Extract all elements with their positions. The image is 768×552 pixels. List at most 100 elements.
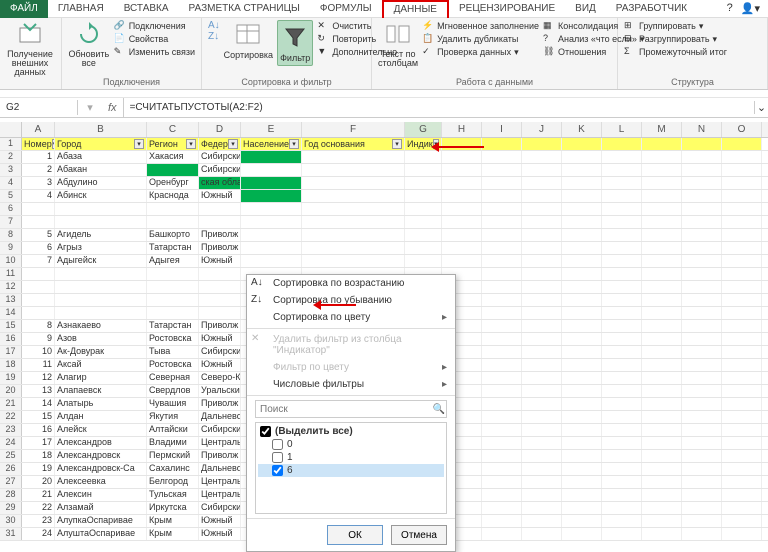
cell[interactable] xyxy=(722,190,762,202)
row-header[interactable]: 18 xyxy=(0,359,22,371)
column-filter-dropdown[interactable]: ▾ xyxy=(289,139,299,149)
row-header[interactable]: 6 xyxy=(0,203,22,215)
cell[interactable]: Агрыз xyxy=(55,242,147,254)
filter-value-1[interactable]: 1 xyxy=(258,451,444,464)
cell[interactable] xyxy=(602,216,642,228)
cell[interactable] xyxy=(482,203,522,215)
cell[interactable] xyxy=(442,177,482,189)
cell[interactable]: 22 xyxy=(22,502,55,514)
cell[interactable] xyxy=(562,411,602,423)
connections-button[interactable]: 🔗Подключения xyxy=(114,20,195,32)
cell[interactable]: Алейск xyxy=(55,424,147,436)
cell[interactable] xyxy=(522,372,562,384)
cell[interactable]: Сибирски xyxy=(199,502,241,514)
cell[interactable] xyxy=(682,190,722,202)
row-header[interactable]: 26 xyxy=(0,463,22,475)
cell[interactable] xyxy=(147,203,199,215)
cell[interactable] xyxy=(682,385,722,397)
cell[interactable] xyxy=(55,216,147,228)
cell[interactable] xyxy=(682,424,722,436)
cell[interactable] xyxy=(682,476,722,488)
cell[interactable] xyxy=(522,177,562,189)
cell[interactable]: Алексин xyxy=(55,489,147,501)
tab-layout[interactable]: РАЗМЕТКА СТРАНИЦЫ xyxy=(179,0,310,18)
cell[interactable]: Адыгейск xyxy=(55,255,147,267)
cell[interactable] xyxy=(302,229,405,241)
cell[interactable] xyxy=(722,424,762,436)
cell[interactable] xyxy=(642,359,682,371)
cell[interactable] xyxy=(602,138,642,150)
cell[interactable] xyxy=(722,372,762,384)
cell[interactable] xyxy=(562,515,602,527)
cell[interactable] xyxy=(522,515,562,527)
cell[interactable] xyxy=(602,502,642,514)
cell[interactable] xyxy=(55,281,147,293)
cell[interactable]: 23 xyxy=(22,515,55,527)
cell[interactable] xyxy=(522,242,562,254)
cell[interactable] xyxy=(522,216,562,228)
cell[interactable] xyxy=(642,151,682,163)
cell[interactable] xyxy=(722,203,762,215)
cell[interactable] xyxy=(642,476,682,488)
cell[interactable]: Дальнево xyxy=(199,411,241,423)
cell[interactable]: 11 xyxy=(22,359,55,371)
cell[interactable] xyxy=(22,294,55,306)
cell[interactable] xyxy=(602,372,642,384)
cell[interactable] xyxy=(405,164,442,176)
cell[interactable] xyxy=(602,320,642,332)
cell[interactable]: Абдулино xyxy=(55,177,147,189)
cell[interactable] xyxy=(147,268,199,280)
cell[interactable] xyxy=(199,307,241,319)
cell[interactable]: Крым xyxy=(147,528,199,540)
cell[interactable]: Южный xyxy=(199,333,241,345)
cell[interactable] xyxy=(682,411,722,423)
cell[interactable] xyxy=(682,281,722,293)
cell[interactable] xyxy=(722,346,762,358)
cell[interactable] xyxy=(562,177,602,189)
cell[interactable]: Приволж xyxy=(199,398,241,410)
cell[interactable] xyxy=(147,294,199,306)
column-header-M[interactable]: M xyxy=(642,122,682,137)
cell[interactable] xyxy=(722,138,762,150)
cell[interactable] xyxy=(55,307,147,319)
row-header[interactable]: 17 xyxy=(0,346,22,358)
cell[interactable]: Северная xyxy=(147,372,199,384)
filter-value-0[interactable]: 0 xyxy=(258,438,444,451)
cell[interactable] xyxy=(522,528,562,540)
cell[interactable]: Краснода xyxy=(147,190,199,202)
sort-az-icon[interactable]: A↓ xyxy=(208,20,220,31)
cell[interactable]: ская обла xyxy=(199,177,241,189)
cell[interactable] xyxy=(482,476,522,488)
cell[interactable] xyxy=(642,489,682,501)
row-header[interactable]: 13 xyxy=(0,294,22,306)
cell[interactable] xyxy=(682,268,722,280)
cell[interactable] xyxy=(482,229,522,241)
cell[interactable]: Приволж xyxy=(199,320,241,332)
cell[interactable] xyxy=(562,463,602,475)
cell[interactable] xyxy=(722,294,762,306)
row-header[interactable]: 25 xyxy=(0,450,22,462)
cell[interactable] xyxy=(522,489,562,501)
cell[interactable] xyxy=(522,307,562,319)
cell[interactable] xyxy=(642,229,682,241)
cell[interactable] xyxy=(682,294,722,306)
column-filter-dropdown[interactable]: ▾ xyxy=(134,139,144,149)
cell[interactable] xyxy=(482,281,522,293)
cell[interactable] xyxy=(642,346,682,358)
text-to-columns-button[interactable]: Текст по столбцам xyxy=(378,20,418,68)
fx-icon[interactable]: fx xyxy=(102,98,124,117)
row-header[interactable]: 4 xyxy=(0,177,22,189)
row-header[interactable]: 16 xyxy=(0,333,22,345)
cell[interactable] xyxy=(522,385,562,397)
cell[interactable]: Приволж xyxy=(199,450,241,462)
cell[interactable]: Централь xyxy=(199,489,241,501)
row-header[interactable]: 14 xyxy=(0,307,22,319)
cell[interactable] xyxy=(405,151,442,163)
cell[interactable]: Крым xyxy=(147,515,199,527)
ungroup-button[interactable]: ⊟Разгруппировать▾ xyxy=(624,33,727,45)
column-filter-dropdown[interactable]: ▾ xyxy=(228,139,238,149)
cell[interactable] xyxy=(482,359,522,371)
tab-data[interactable]: ДАННЫЕ xyxy=(382,0,449,18)
cell[interactable] xyxy=(562,229,602,241)
cell[interactable] xyxy=(522,463,562,475)
